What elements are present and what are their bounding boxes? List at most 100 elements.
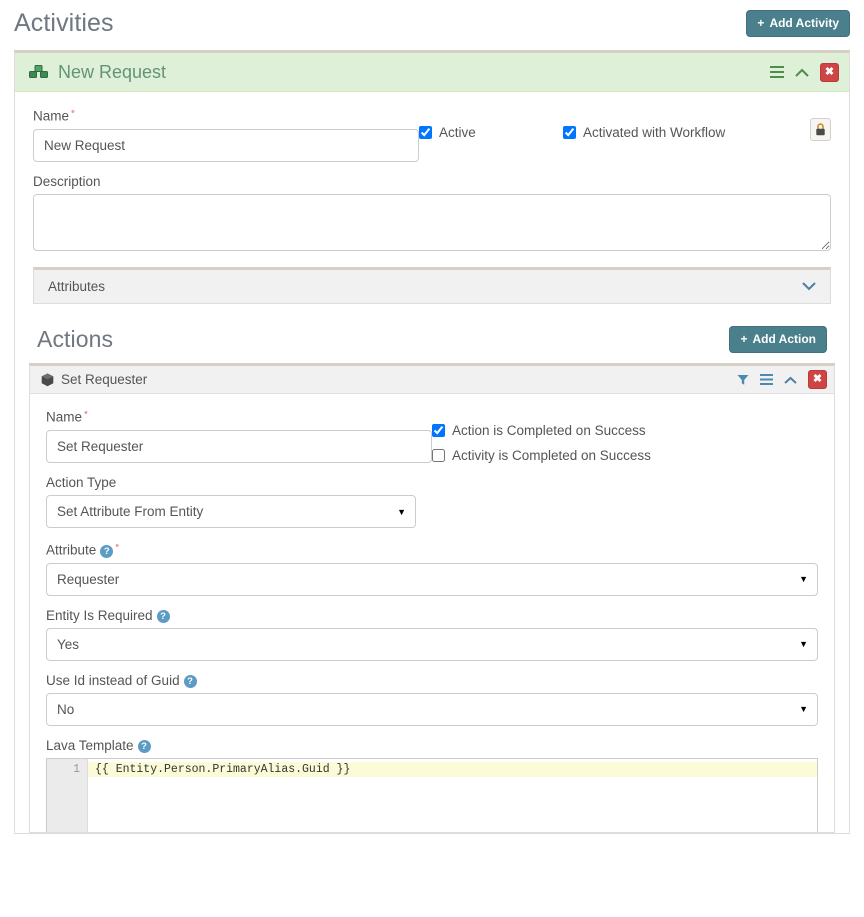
activity-name-field-group: Name• <box>33 106 419 162</box>
bars-icon[interactable] <box>760 374 773 385</box>
chevron-down-icon: ▼ <box>799 639 808 649</box>
chevron-down-icon[interactable] <box>802 282 816 291</box>
add-action-label: Add Action <box>752 333 816 345</box>
action-completed-input[interactable] <box>432 424 445 437</box>
add-activity-button[interactable]: + Add Activity <box>746 10 850 37</box>
bars-icon[interactable] <box>770 66 784 78</box>
action-body: Name• Action is Completed on Success Act… <box>30 394 834 832</box>
plus-icon: + <box>740 333 747 345</box>
plus-icon: + <box>757 17 764 29</box>
lava-template-editor[interactable]: 1 {{ Entity.Person.PrimaryAlias.Guid }} <box>46 758 818 832</box>
action-name-field-group: Name• <box>46 407 432 463</box>
activated-with-workflow-input[interactable] <box>563 126 576 139</box>
entity-is-required-select[interactable]: Yes ▼ <box>46 628 818 661</box>
line-number: 1 <box>47 762 87 777</box>
action-completed-checkbox[interactable]: Action is Completed on Success <box>432 423 818 438</box>
activity-description-field-group: Description <box>33 174 831 251</box>
activated-with-workflow-label: Activated with Workflow <box>583 125 725 140</box>
active-checkbox-input[interactable] <box>419 126 432 139</box>
activity-name-input[interactable] <box>33 129 419 162</box>
activities-page: Activities + Add Activity New Request <box>0 0 864 917</box>
entity-is-required-label: Entity Is Required? <box>46 608 818 623</box>
help-icon[interactable]: ? <box>100 545 113 558</box>
attributes-label: Attributes <box>48 279 105 294</box>
use-id-instead-of-guid-value: No <box>57 702 74 717</box>
action-title-group: Set Requester <box>41 372 737 387</box>
activity-completed-label: Activity is Completed on Success <box>452 448 651 463</box>
action-type-label: Action Type <box>46 475 416 490</box>
active-label: Active <box>439 125 476 140</box>
close-icon: ✖ <box>825 67 834 78</box>
activated-with-workflow-checkbox[interactable]: Activated with Workflow <box>563 125 725 140</box>
chevron-down-icon: ▼ <box>799 574 808 584</box>
use-id-instead-of-guid-select[interactable]: No ▼ <box>46 693 818 726</box>
activity-name-row: Name• Active Activated with Workflow <box>33 106 831 162</box>
actions-header: Actions + Add Action <box>37 316 827 358</box>
activity-completed-checkbox[interactable]: Activity is Completed on Success <box>432 448 818 463</box>
chevron-up-icon[interactable] <box>784 376 797 384</box>
help-icon[interactable]: ? <box>184 675 197 688</box>
actions-title: Actions <box>37 326 113 354</box>
help-icon[interactable]: ? <box>138 740 151 753</box>
activity-description-textarea[interactable] <box>33 194 831 251</box>
chevron-down-icon: ▼ <box>799 704 808 714</box>
activity-body: Name• Active Activated with Workflow <box>15 92 849 357</box>
code-line: {{ Entity.Person.PrimaryAlias.Guid }} <box>88 762 817 777</box>
entity-is-required-value: Yes <box>57 637 79 652</box>
action-type-value: Set Attribute From Entity <box>57 504 203 519</box>
required-marker: • <box>84 407 88 419</box>
lock-icon <box>815 123 826 136</box>
lava-template-field-group: Lava Template? 1 {{ Entity.Person.Primar… <box>46 738 818 832</box>
activity-close-button[interactable]: ✖ <box>820 63 839 82</box>
attribute-value: Requester <box>57 572 119 587</box>
action-name-label: Name• <box>46 407 432 425</box>
filter-icon[interactable] <box>737 374 749 386</box>
activity-security-button[interactable] <box>810 118 831 141</box>
chevron-down-icon: ▼ <box>397 507 406 517</box>
activity-completed-input[interactable] <box>432 449 445 462</box>
close-icon: ✖ <box>813 374 822 385</box>
attribute-field-group: Attribute?• Requester ▼ <box>46 540 818 596</box>
activity-panel-header[interactable]: New Request ✖ <box>15 53 849 92</box>
attribute-label: Attribute?• <box>46 540 818 558</box>
cube-icon <box>41 373 54 387</box>
action-panel-header[interactable]: Set Requester <box>30 366 834 394</box>
editor-gutter: 1 <box>47 759 88 832</box>
activity-title: New Request <box>58 62 166 83</box>
activities-header: Activities + Add Activity <box>0 0 864 44</box>
page-title: Activities <box>14 8 114 38</box>
required-marker: • <box>71 106 75 118</box>
editor-code-area[interactable]: {{ Entity.Person.PrimaryAlias.Guid }} <box>88 759 817 832</box>
add-action-button[interactable]: + Add Action <box>729 326 827 353</box>
action-completed-label: Action is Completed on Success <box>452 423 646 438</box>
activity-name-label: Name• <box>33 106 419 124</box>
action-close-button[interactable]: ✖ <box>808 370 827 389</box>
attributes-panel: Attributes <box>33 267 831 304</box>
chevron-up-icon[interactable] <box>795 68 809 77</box>
attributes-panel-header[interactable]: Attributes <box>34 270 830 303</box>
use-id-instead-of-guid-label: Use Id instead of Guid? <box>46 673 818 688</box>
action-name-row: Name• Action is Completed on Success Act… <box>46 407 818 463</box>
action-type-select[interactable]: Set Attribute From Entity ▼ <box>46 495 416 528</box>
action-checkbox-group: Action is Completed on Success Activity … <box>432 407 818 463</box>
help-icon[interactable]: ? <box>157 610 170 623</box>
action-panel: Set Requester <box>29 363 835 833</box>
activity-header-actions: ✖ <box>770 63 839 82</box>
lava-template-label: Lava Template? <box>46 738 818 753</box>
actions-section: Actions + Add Action <box>33 304 831 358</box>
action-header-actions: ✖ <box>737 370 827 389</box>
activity-checkbox-group: Active Activated with Workflow <box>419 106 810 140</box>
activity-title-group: New Request <box>29 62 770 83</box>
attribute-select[interactable]: Requester ▼ <box>46 563 818 596</box>
add-activity-label: Add Activity <box>769 17 839 29</box>
activity-description-label: Description <box>33 174 831 189</box>
entity-is-required-field-group: Entity Is Required? Yes ▼ <box>46 608 818 661</box>
action-name-input[interactable] <box>46 430 432 463</box>
activity-panel: New Request ✖ <box>14 50 850 834</box>
required-marker: • <box>115 540 119 552</box>
activity-active-checkbox[interactable]: Active <box>419 125 563 140</box>
use-id-instead-of-guid-field-group: Use Id instead of Guid? No ▼ <box>46 673 818 726</box>
action-type-field-group: Action Type Set Attribute From Entity ▼ <box>46 475 416 528</box>
cubes-icon <box>29 64 49 81</box>
action-title: Set Requester <box>61 372 147 387</box>
